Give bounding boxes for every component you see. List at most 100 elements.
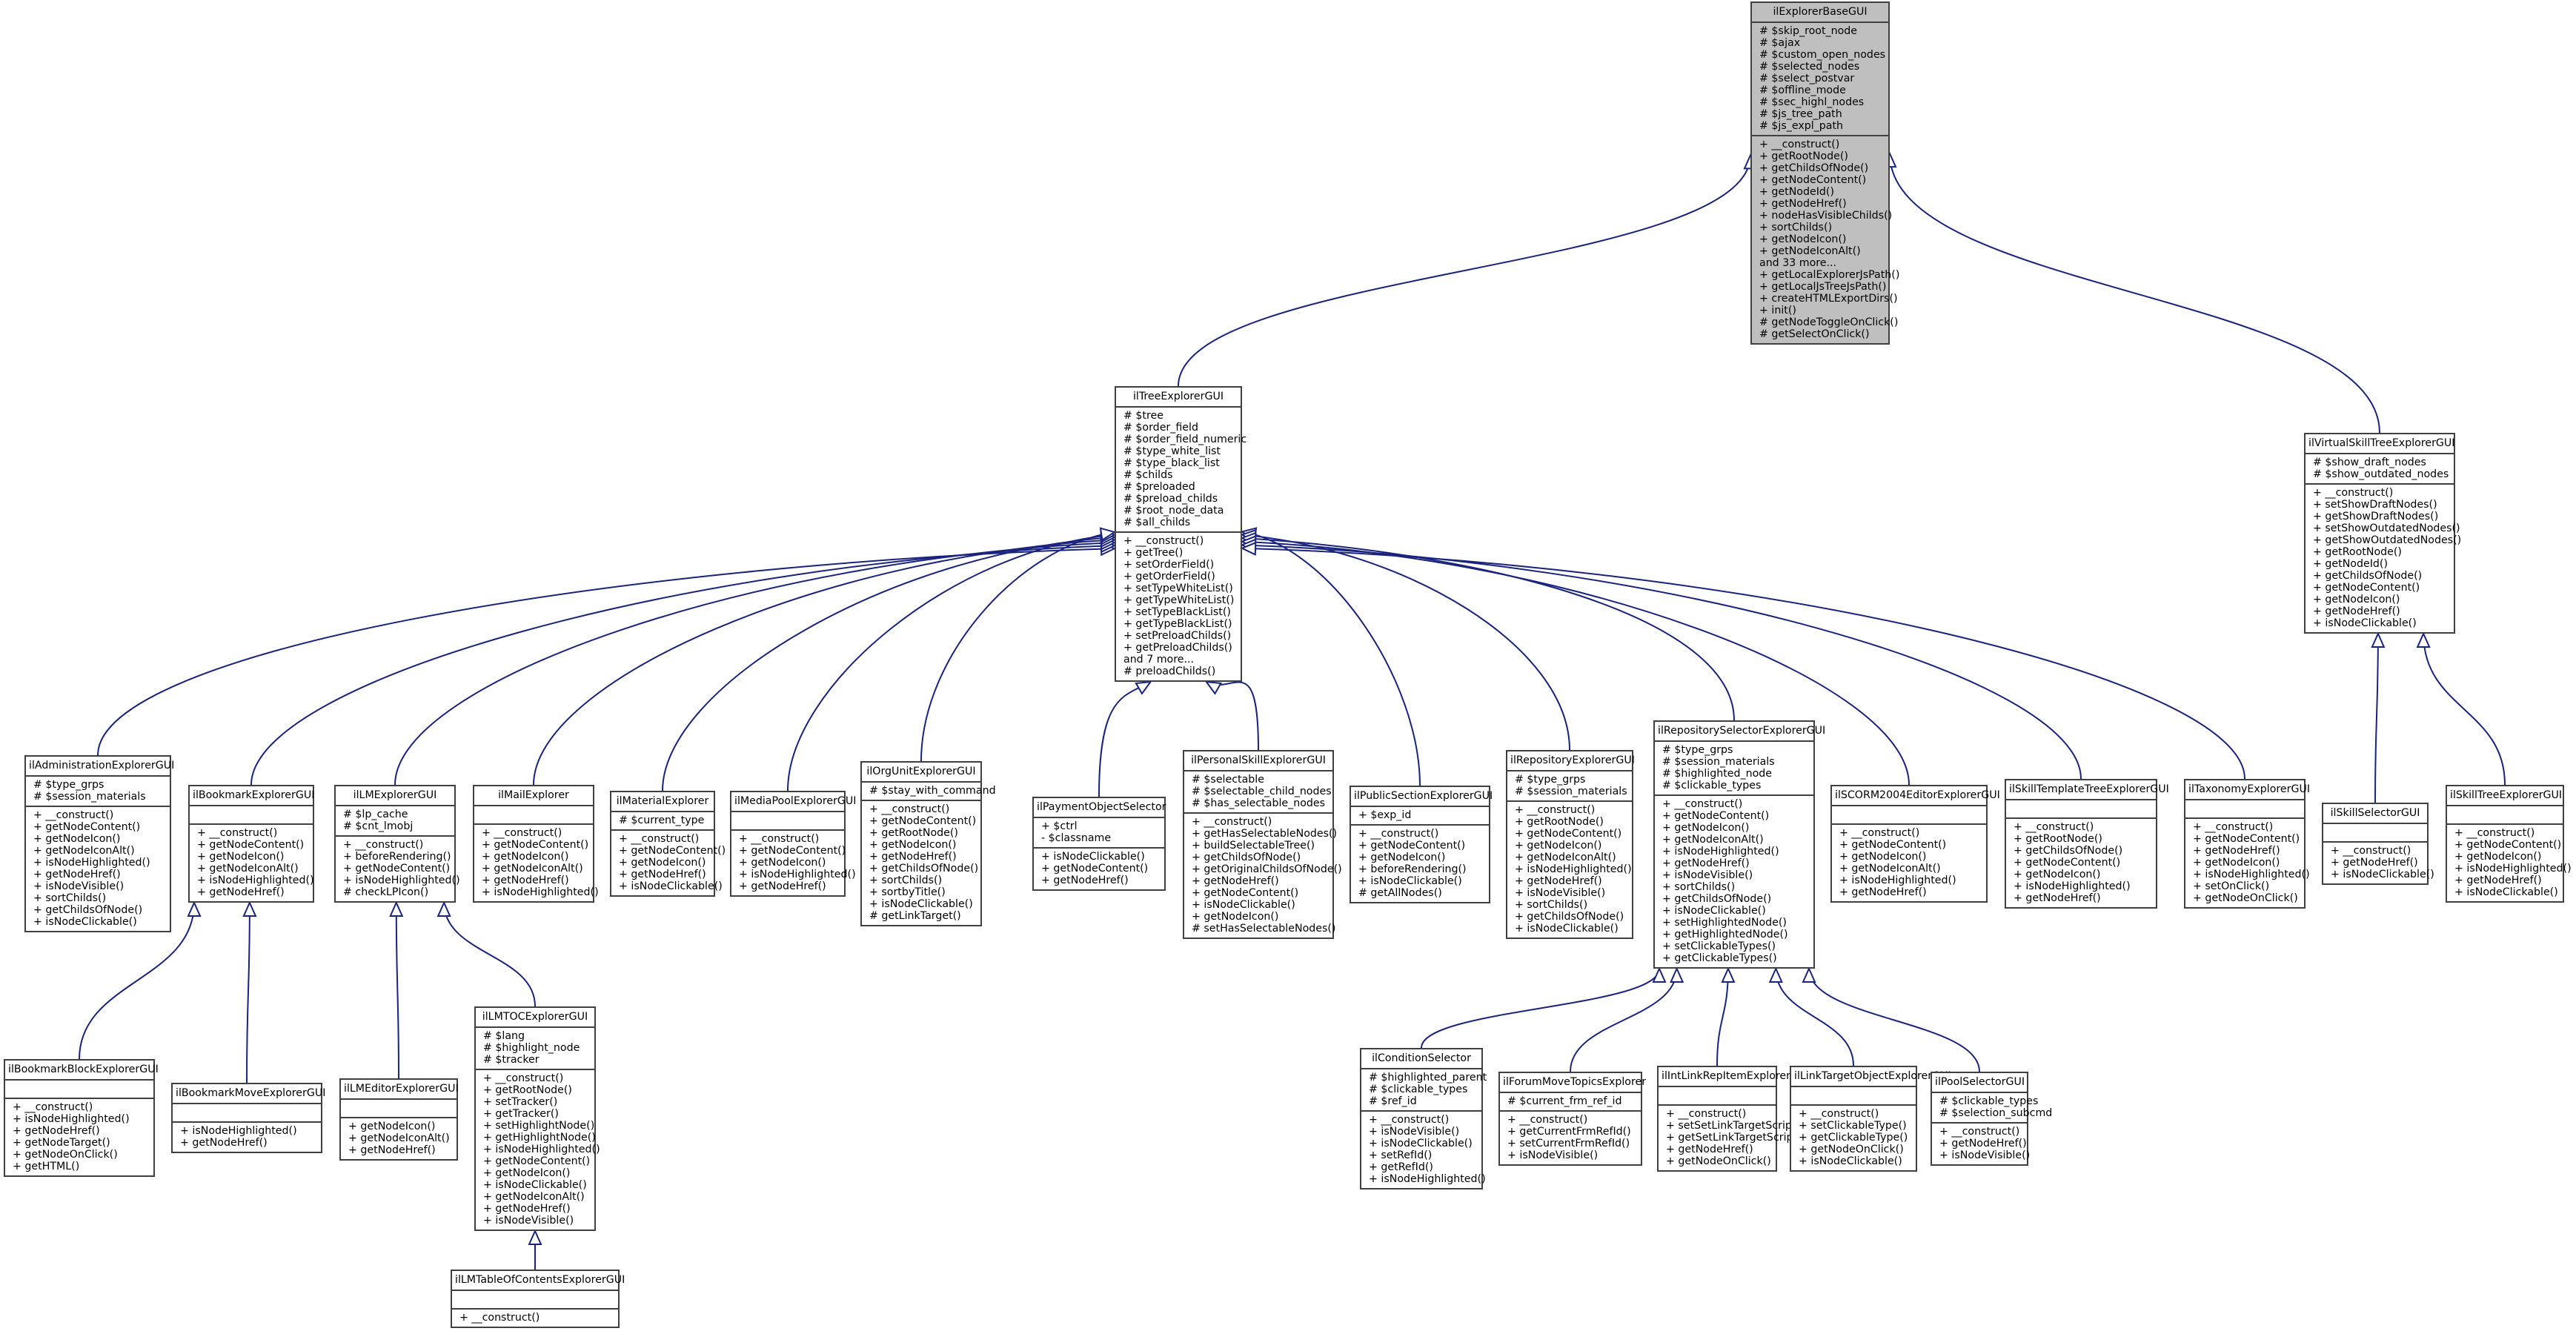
attribute: # $session_materials [1515, 786, 1627, 797]
operation: + getRootNode() [869, 827, 958, 839]
class-box-ilRepositoryExplorerGUI[interactable]: ilRepositoryExplorerGUI # $type_grps # $se… [1506, 750, 1635, 939]
operation: + getNodeContent() [197, 839, 305, 851]
operation: + getChildsOfNode() [2313, 570, 2423, 582]
class-box-ilPublicSectionExplorerGUI[interactable]: ilPublicSectionExplorerGUI + $exp_id + __c… [1350, 786, 1493, 903]
inheritance-arrowhead [1204, 680, 1223, 695]
class-attributes: # $clickable_types # $selection_subcmd [1932, 1093, 2052, 1124]
inheritance-edge [1775, 968, 1854, 1066]
class-name: ilBookmarkBlockExplorerGUI [5, 1061, 159, 1081]
operation: + getNodeContent() [1839, 839, 1947, 851]
class-box-ilVirtualSkillTreeExplorerGUI[interactable]: ilVirtualSkillTreeExplorerGUI # $show_dra… [2304, 433, 2461, 634]
operation: + isNodeHighlighted() [739, 869, 856, 880]
class-box-ilBookmarkExplorerGUI[interactable]: ilBookmarkExplorerGUI + __construct() + ge… [188, 785, 314, 903]
operation: + getNodeIcon() [1192, 911, 1279, 923]
operation: + sortbyTitle() [869, 886, 946, 898]
class-box-ilTreeExplorerGUI[interactable]: ilTreeExplorerGUI # $tree # $order_field # … [1115, 386, 1246, 682]
operation: + setHighlightedNode() [1662, 917, 1787, 929]
class-box-ilLMEditorExplorerGUI[interactable]: ilLMEditorExplorerGUI + getNodeIcon() + ge… [339, 1078, 459, 1161]
operation: + getRootNode() [2313, 546, 2402, 558]
class-attributes: # $type_grps # $session_materials [1507, 771, 1632, 802]
class-attributes [1659, 1087, 1776, 1106]
operation: + getNodeIcon() [739, 857, 826, 869]
class-attributes: # $stay_with_command [862, 783, 996, 801]
operation: + getNodeIcon() [483, 1167, 571, 1179]
operation: + getNodeContent() [33, 821, 141, 833]
operation: + setTracker() [483, 1096, 558, 1108]
class-box-ilLinkTargetObjectExplorerGUI[interactable]: ilLinkTargetObjectExplorerGUI + __constru… [1790, 1066, 1951, 1172]
class-name: ilOrgUnitExplorerGUI [862, 763, 980, 783]
class-attributes [341, 1100, 457, 1118]
attribute: # $type_grps [33, 779, 104, 791]
class-box-ilRepositorySelectorExplorerGUI[interactable]: ilRepositorySelectorExplorerGUI # $type_g… [1653, 720, 1825, 969]
operation: + getNodeOnClick() [1799, 1144, 1904, 1155]
attribute: # $tree [1123, 410, 1163, 422]
inheritance-arrowhead [1100, 531, 1117, 545]
class-operations: + __construct() + getNodeContent() + getNo… [731, 831, 856, 895]
class-box-ilTaxonomyExplorerGUI[interactable]: ilTaxonomyExplorerGUI + __construct() + ge… [2184, 779, 2310, 909]
operation: + nodeHasVisibleChilds() [1759, 210, 1893, 222]
class-operations: + isNodeHighlighted() + getNodeHref() [173, 1123, 321, 1152]
class-box-ilAdministrationExplorerGUI[interactable]: ilAdministrationExplorerGUI # $type_grps #… [24, 755, 174, 932]
operation: + beforeRendering() [343, 851, 451, 863]
operation: + isNodeClickable() [1358, 875, 1462, 887]
class-box-ilLMExplorerGUI[interactable]: ilLMExplorerGUI # $lp_cache # $cnt_lmobj + … [334, 785, 460, 903]
class-box-ilMediaPoolExplorerGUI[interactable]: ilMediaPoolExplorerGUI + __construct() + g… [730, 791, 856, 897]
class-box-ilSkillSelectorGUI[interactable]: ilSkillSelectorGUI + __construct() + getNo… [2322, 803, 2434, 885]
operation: + getOrderField() [1123, 571, 1215, 583]
class-name: ilConditionSelector [1361, 1049, 1481, 1069]
class-attributes: + $exp_id [1351, 807, 1489, 826]
class-box-ilSCORM2004EditorExplorerGUI[interactable]: ilSCORM2004EditorExplorerGUI + __construc… [1830, 785, 2000, 903]
attribute: + $ctrl [1041, 820, 1078, 832]
operation: + getNodeContent() [482, 839, 589, 851]
class-box-ilMaterialExplorer[interactable]: ilMaterialExplorer # $current_type + __con… [610, 791, 726, 897]
class-box-ilSkillTemplateTreeExplorerGUI[interactable]: ilSkillTemplateTreeExplorerGUI + __constr… [2005, 779, 2169, 909]
operation: + getNodeHref() [2193, 845, 2280, 857]
class-box-ilBookmarkBlockExplorerGUI[interactable]: ilBookmarkBlockExplorerGUI + __construct(… [4, 1059, 159, 1177]
operation: + isNodeClickable() [1515, 923, 1619, 935]
class-box-ilSkillTreeExplorerGUI[interactable]: ilSkillTreeExplorerGUI + __construct() + g… [2446, 785, 2572, 903]
class-operations: + __construct() + getNodeContent() + getNo… [474, 825, 599, 901]
class-box-ilForumMoveTopicsExplorer[interactable]: ilForumMoveTopicsExplorer # $current_frm_… [1498, 1072, 1646, 1166]
operation: + getNodeHref() [2331, 857, 2418, 869]
class-box-ilLMTableOfContentsExplorerGUI[interactable]: ilLMTableOfContentsExplorerGUI + __constr… [451, 1270, 625, 1328]
operation: + __construct() [343, 839, 424, 851]
class-box-ilConditionSelector[interactable]: ilConditionSelector # $highlighted_parent… [1360, 1048, 1487, 1189]
class-operations: + __construct() [452, 1310, 618, 1327]
attribute: # $session_materials [1662, 756, 1775, 768]
class-box-ilPersonalSkillExplorerGUI[interactable]: ilPersonalSkillExplorerGUI # $selectable #… [1183, 750, 1342, 939]
class-name: ilLMEditorExplorerGUI [341, 1080, 459, 1100]
operation: + getNodeContent() [1662, 810, 1770, 822]
operation: + getClickableType() [1799, 1132, 1908, 1144]
operation: + __construct() [1123, 535, 1204, 547]
class-attributes [452, 1291, 618, 1310]
class-name: ilRepositorySelectorExplorerGUI [1655, 722, 1825, 742]
attribute: # $select_postvar [1759, 73, 1855, 84]
inheritance-edge [1570, 968, 1678, 1072]
class-box-ilPaymentObjectSelector[interactable]: ilPaymentObjectSelector + $ctrl - $classna… [1032, 797, 1166, 891]
operation: + setRefId() [1369, 1149, 1433, 1161]
operation: + getNodeHref() [483, 1203, 571, 1215]
operation: + getNodeContent() [2014, 857, 2121, 869]
inheritance-edge [787, 534, 1115, 792]
operation: + __construct() [459, 1312, 540, 1324]
operation: + setPreloadChilds() [1123, 630, 1232, 642]
operation: + __construct() [2193, 821, 2274, 833]
attribute: # $current_type [619, 814, 705, 826]
class-box-ilMailExplorer[interactable]: ilMailExplorer + __construct() + getNodeCo… [473, 785, 599, 903]
operation: + getHighlightedNode() [1662, 929, 1788, 940]
operation: + getNodeIconAlt() [1515, 852, 1616, 863]
operation: + getNodeContent() [2193, 833, 2300, 845]
class-name: ilMaterialExplorer [611, 792, 714, 812]
class-box-ilOrgUnitExplorerGUI[interactable]: ilOrgUnitExplorerGUI # $stay_with_command… [860, 761, 996, 926]
class-name: ilBookmarkMoveExplorerGUI [173, 1084, 325, 1104]
inheritance-edge [2423, 633, 2506, 786]
attribute: # $js_expl_path [1759, 120, 1844, 132]
class-box-ilLMTOCExplorerGUI[interactable]: ilLMTOCExplorerGUI # $lang # $highlight_no… [474, 1006, 600, 1231]
class-box-ilIntLinkRepItemExplorerGUI[interactable]: ilIntLinkRepItemExplorerGUI + __construct… [1657, 1066, 1810, 1172]
class-box-ilExplorerBaseGUI[interactable]: ilExplorerBaseGUI # $skip_root_node # $aja… [1750, 1, 1899, 345]
attribute: # $current_frm_ref_id [1507, 1095, 1622, 1107]
class-box-ilPoolSelectorGUI[interactable]: ilPoolSelectorGUI # $clickable_types # $se… [1931, 1072, 2052, 1166]
class-box-ilBookmarkMoveExplorerGUI[interactable]: ilBookmarkMoveExplorerGUI + isNodeHighlig… [171, 1083, 325, 1153]
class-name: ilRepositoryExplorerGUI [1507, 751, 1635, 771]
class-operations: + __construct() + setShowDraftNodes() + ge… [2306, 485, 2461, 632]
